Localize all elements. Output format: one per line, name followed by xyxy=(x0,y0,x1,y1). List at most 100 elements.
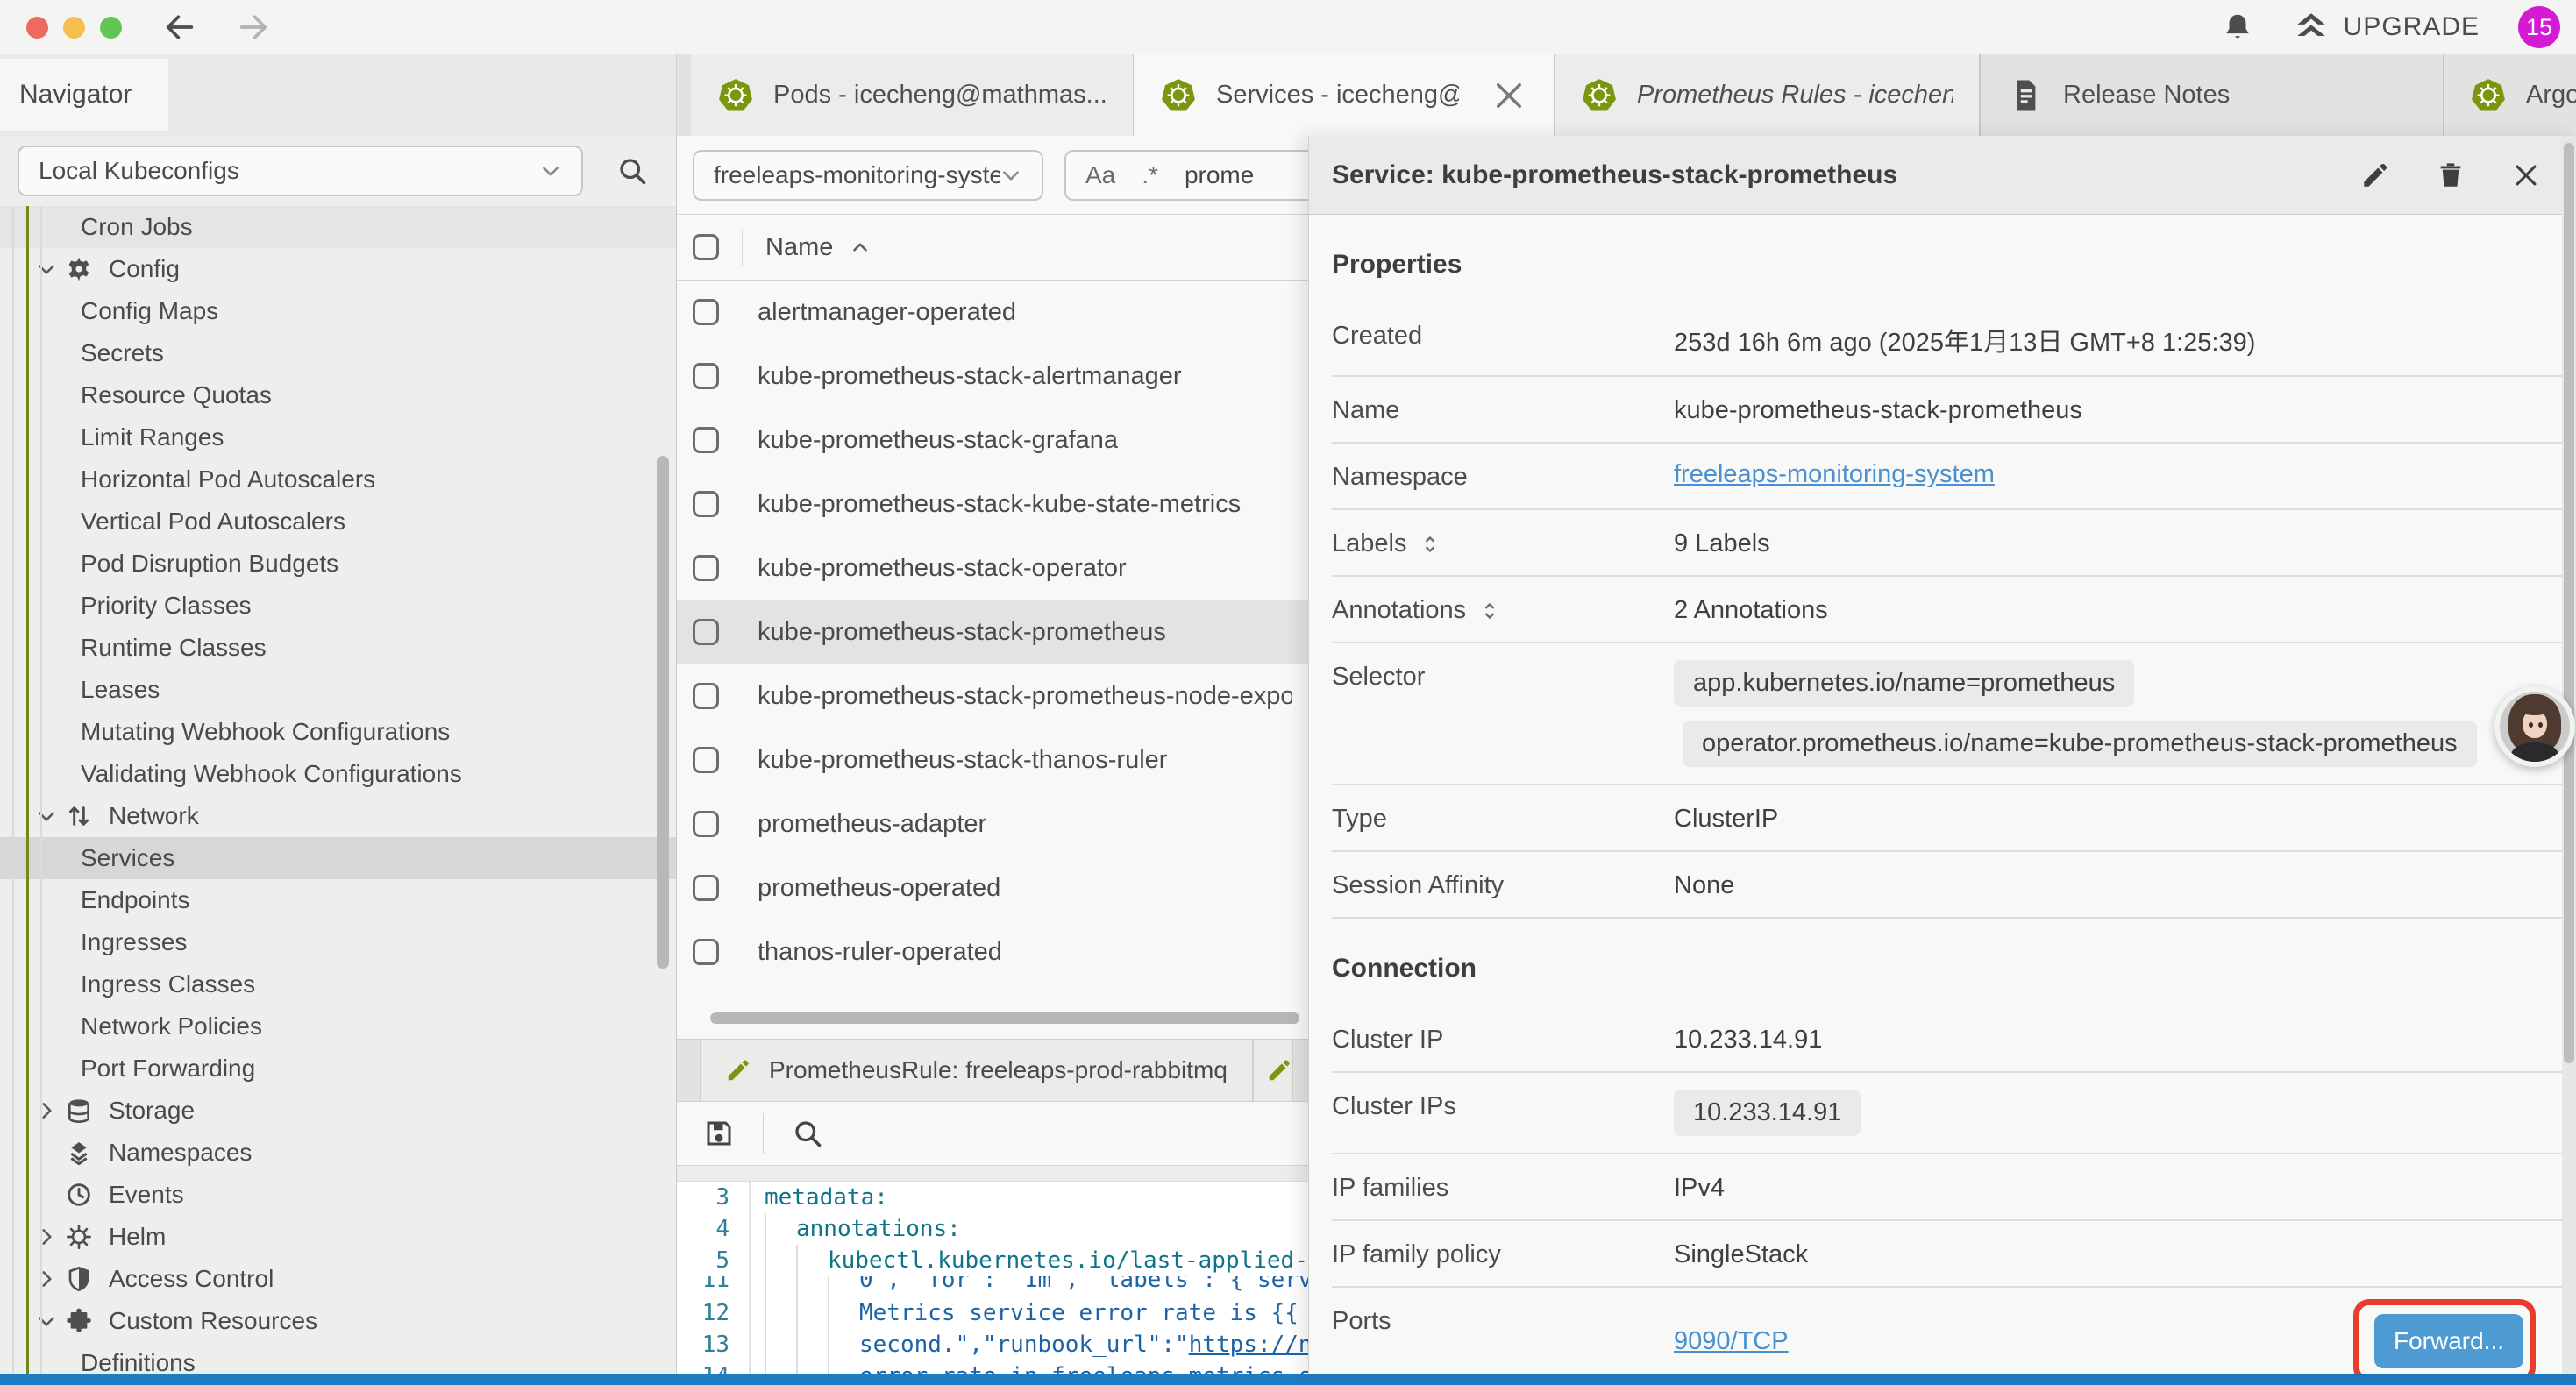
table-row-kube-prometheus-stack-grafana[interactable]: kube-prometheus-stack-grafana xyxy=(677,408,1308,472)
minimize-window-button[interactable] xyxy=(63,17,85,39)
sidebar-item-pod-disruption-budgets[interactable]: Pod Disruption Budgets xyxy=(0,543,676,585)
sidebar-item-resource-quotas[interactable]: Resource Quotas xyxy=(0,374,676,416)
sidebar-item-network-policies[interactable]: Network Policies xyxy=(0,1005,676,1048)
close-window-button[interactable] xyxy=(26,17,48,39)
sidebar-item-storage[interactable]: Storage xyxy=(0,1090,676,1132)
sidebar-item-events[interactable]: Events xyxy=(0,1174,676,1216)
bell-icon[interactable] xyxy=(2221,11,2254,44)
value-link-9090-tcp[interactable]: 9090/TCP xyxy=(1674,1327,1789,1356)
table-row-kube-prometheus-stack-thanos-ruler[interactable]: kube-prometheus-stack-thanos-ruler xyxy=(677,728,1308,792)
sort-asc-icon[interactable] xyxy=(849,236,872,259)
avatar[interactable] xyxy=(2494,686,2575,767)
zoom-window-button[interactable] xyxy=(100,17,122,39)
yaml-editor[interactable]: 3metadata:4annotations:5kubectl.kubernet… xyxy=(677,1182,1308,1374)
sidebar-item-ingress-classes[interactable]: Ingress Classes xyxy=(0,963,676,1005)
sidebar-item-namespaces[interactable]: Namespaces xyxy=(0,1132,676,1174)
search-value: prome xyxy=(1185,161,1254,189)
sidebar-item-cron-jobs[interactable]: Cron Jobs xyxy=(0,206,676,248)
table-row-kube-prometheus-stack-alertmanager[interactable]: kube-prometheus-stack-alertmanager xyxy=(677,344,1308,408)
forward-arrow-icon[interactable] xyxy=(236,10,271,45)
editor-line-4: 4annotations: xyxy=(677,1213,1308,1245)
sidebar-item-vertical-pod-autoscalers[interactable]: Vertical Pod Autoscalers xyxy=(0,501,676,543)
row-checkbox[interactable] xyxy=(693,811,719,837)
upgrade-button[interactable]: UPGRADE xyxy=(2293,9,2480,46)
table-row-kube-prometheus-stack-operator[interactable]: kube-prometheus-stack-operator xyxy=(677,536,1308,600)
list-search-input[interactable]: Aa .* prome xyxy=(1064,150,1308,201)
namespace-select[interactable]: freeleaps-monitoring-system xyxy=(693,150,1043,201)
sidebar-item-config-maps[interactable]: Config Maps xyxy=(0,290,676,332)
sidebar-item-definitions[interactable]: Definitions xyxy=(0,1342,676,1374)
sidebar-item-helm[interactable]: Helm xyxy=(0,1216,676,1258)
row-checkbox[interactable] xyxy=(693,747,719,773)
sidebar-item-ingresses[interactable]: Ingresses xyxy=(0,921,676,963)
sidebar-item-horizontal-pod-autoscalers[interactable]: Horizontal Pod Autoscalers xyxy=(0,458,676,501)
sidebar-item-secrets[interactable]: Secrets xyxy=(0,332,676,374)
editor-link[interactable]: https://net xyxy=(1189,1329,1308,1360)
search-icon[interactable] xyxy=(792,1118,823,1149)
table-row-kube-prometheus-stack-prometheus-node-expor[interactable]: kube-prometheus-stack-prometheus-node-ex… xyxy=(677,664,1308,728)
table-row-prometheus-adapter[interactable]: prometheus-adapter xyxy=(677,792,1308,856)
value-link-freeleaps-monitoring-system[interactable]: freeleaps-monitoring-system xyxy=(1674,460,1995,489)
sidebar-item-priority-classes[interactable]: Priority Classes xyxy=(0,585,676,627)
tab-argo-se[interactable]: Argo Se xyxy=(2443,54,2576,136)
regex-toggle[interactable]: .* xyxy=(1142,161,1158,189)
select-all-checkbox[interactable] xyxy=(693,234,719,260)
sidebar-item-access-control[interactable]: Access Control xyxy=(0,1258,676,1300)
table-row-prometheus-operated[interactable]: prometheus-operated xyxy=(677,856,1308,920)
delete-icon[interactable] xyxy=(2436,160,2466,190)
tab-prometheus-rules-icecheng[interactable]: Prometheus Rules - icecheng... xyxy=(1555,54,1980,136)
sidebar-item-label: Config xyxy=(109,255,180,283)
sidebar-item-endpoints[interactable]: Endpoints xyxy=(0,879,676,921)
tab-release-notes[interactable]: Release Notes xyxy=(1980,54,2443,136)
sidebar-item-mutating-webhook-configurations[interactable]: Mutating Webhook Configurations xyxy=(0,711,676,753)
row-checkbox[interactable] xyxy=(693,555,719,581)
row-checkbox[interactable] xyxy=(693,683,719,709)
tab-pods-icecheng-mathmas[interactable]: Pods - icecheng@mathmas... xyxy=(691,54,1134,136)
sidebar-item-port-forwarding[interactable]: Port Forwarding xyxy=(0,1048,676,1090)
table-row-alertmanager-operated[interactable]: alertmanager-operated xyxy=(677,281,1308,344)
row-checkbox[interactable] xyxy=(693,427,719,453)
column-header-name[interactable]: Name xyxy=(765,233,833,262)
sidebar-item-network[interactable]: Network xyxy=(0,795,676,837)
notification-badge[interactable]: 15 xyxy=(2518,6,2560,48)
row-checkbox[interactable] xyxy=(693,939,719,965)
save-icon[interactable] xyxy=(703,1118,735,1149)
resource-tree: Cron Jobs Config Config MapsSecretsResourc… xyxy=(0,206,676,1374)
editor-tab-prometheusrule[interactable]: PrometheusRule: freeleaps-prod-rabbitmq xyxy=(700,1040,1253,1101)
search-icon[interactable] xyxy=(616,155,648,187)
sidebar-item-limit-ranges[interactable]: Limit Ranges xyxy=(0,416,676,458)
close-icon[interactable] xyxy=(2511,160,2541,190)
sidebar-scrollbar-thumb[interactable] xyxy=(657,456,669,969)
editor-tab-next[interactable] xyxy=(1253,1040,1293,1101)
tab-navigator[interactable]: Navigator xyxy=(0,59,168,131)
tab-services-icecheng-math[interactable]: Services - icecheng@math... xyxy=(1134,54,1555,136)
row-checkbox[interactable] xyxy=(693,363,719,389)
back-arrow-icon[interactable] xyxy=(162,10,197,45)
close-tab-icon[interactable] xyxy=(1491,77,1527,114)
table-row-kube-prometheus-stack-kube-state-metrics[interactable]: kube-prometheus-stack-kube-state-metrics xyxy=(677,472,1308,536)
kubeconfig-select[interactable]: Local Kubeconfigs xyxy=(18,146,583,196)
detail-panel-header: Service: kube-prometheus-stack-prometheu… xyxy=(1309,136,2576,215)
table-row-thanos-ruler-operated[interactable]: thanos-ruler-operated xyxy=(677,920,1308,984)
sidebar-item-leases[interactable]: Leases xyxy=(0,669,676,711)
expand-updown-icon[interactable] xyxy=(1478,600,1501,622)
editor-toolbar xyxy=(677,1102,1308,1166)
panel-scrollbar-thumb[interactable] xyxy=(2564,143,2574,1063)
sidebar-item-validating-webhook-configurations[interactable]: Validating Webhook Configurations xyxy=(0,753,676,795)
row-checkbox[interactable] xyxy=(693,491,719,517)
table-row-kube-prometheus-stack-prometheus[interactable]: kube-prometheus-stack-prometheus xyxy=(677,600,1308,664)
sidebar-item-runtime-classes[interactable]: Runtime Classes xyxy=(0,627,676,669)
expand-updown-icon[interactable] xyxy=(1419,533,1441,556)
value-text: 253d 16h 6m ago (2025年1月13日 GMT+8 1:25:3… xyxy=(1674,319,2523,359)
sidebar-item-label: Vertical Pod Autoscalers xyxy=(81,508,345,536)
sidebar-item-services[interactable]: Services xyxy=(0,837,676,879)
row-checkbox[interactable] xyxy=(693,875,719,901)
sidebar-item-custom-resources[interactable]: Custom Resources xyxy=(0,1300,676,1342)
row-checkbox[interactable] xyxy=(693,299,719,325)
row-checkbox[interactable] xyxy=(693,619,719,645)
edit-icon[interactable] xyxy=(2360,160,2390,190)
forward-button[interactable]: Forward... xyxy=(2374,1314,2523,1368)
match-case-toggle[interactable]: Aa xyxy=(1085,161,1115,189)
horizontal-scrollbar-thumb[interactable] xyxy=(710,1012,1299,1024)
sidebar-item-config[interactable]: Config xyxy=(0,248,676,290)
